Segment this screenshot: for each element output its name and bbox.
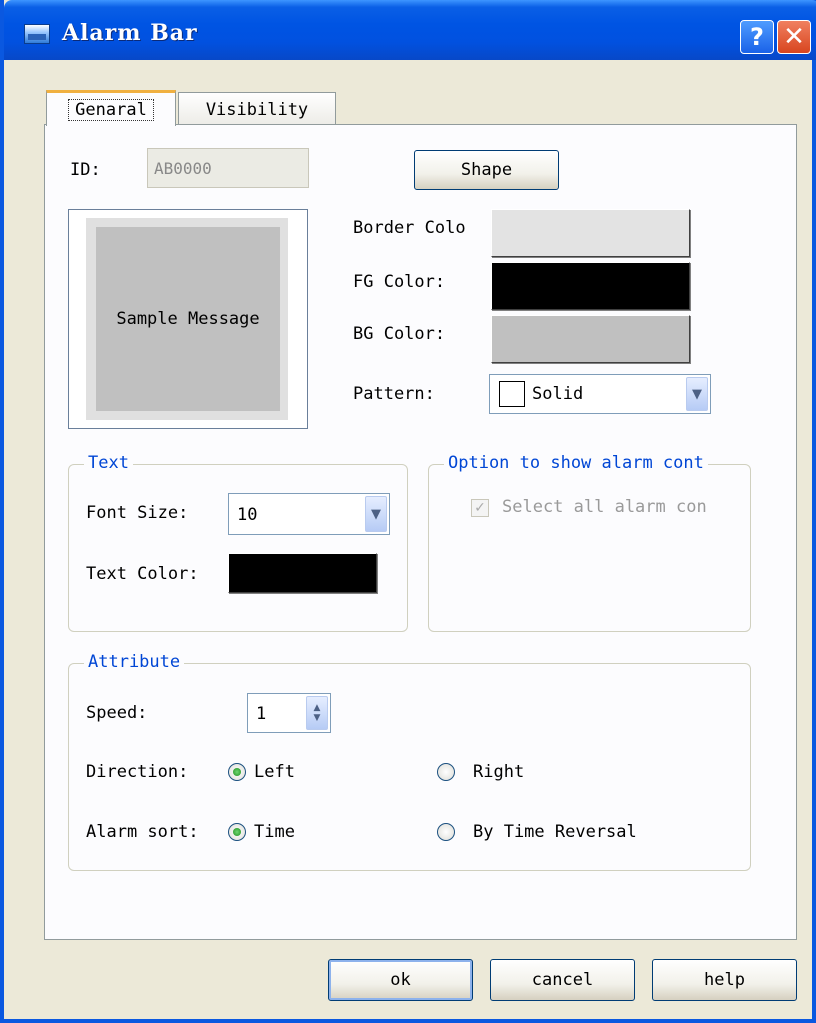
font-size-value: 10 — [237, 505, 258, 525]
text-color-button[interactable] — [228, 553, 377, 593]
direction-left-label: Left — [254, 762, 295, 782]
spin-arrows-icon[interactable]: ▲ ▼ — [306, 696, 328, 730]
window-icon — [24, 24, 50, 44]
text-group-title: Text — [84, 453, 133, 473]
help-button[interactable]: help — [652, 959, 797, 1001]
shape-button[interactable]: Shape — [414, 150, 559, 190]
select-all-checkbox: ✓ — [471, 499, 489, 517]
speed-label: Speed: — [86, 703, 148, 723]
tab-visibility[interactable]: Visibility — [178, 92, 336, 126]
preview-text: Sample Message — [116, 309, 260, 329]
pattern-label: Pattern: — [353, 384, 435, 404]
select-all-label: Select all alarm con — [502, 497, 707, 517]
sort-time-radio[interactable] — [228, 823, 246, 841]
tab-visibility-label: Visibility — [205, 99, 309, 120]
tab-general-label: Genaral — [68, 98, 154, 121]
text-group — [68, 464, 408, 632]
alarm-sort-label: Alarm sort: — [86, 822, 199, 842]
id-label: ID: — [70, 160, 101, 180]
window-title: Alarm Bar — [62, 20, 198, 46]
tab-general[interactable]: Genaral — [46, 90, 176, 126]
border-color-label: Border Colo — [353, 218, 466, 238]
ok-button[interactable]: ok — [328, 959, 473, 1001]
border-color-button[interactable] — [491, 209, 690, 257]
speed-stepper[interactable]: 1 ▲ ▼ — [247, 693, 331, 733]
id-field: AB0000 — [147, 148, 309, 188]
title-bar: Alarm Bar ? ✕ — [4, 0, 816, 60]
option-group-title: Option to show alarm cont — [444, 453, 708, 473]
text-color-label: Text Color: — [86, 564, 199, 584]
direction-right-label: Right — [473, 762, 525, 782]
attribute-group-title: Attribute — [84, 652, 185, 672]
pattern-preview-icon — [499, 381, 525, 407]
cancel-button[interactable]: cancel — [490, 959, 635, 1001]
direction-label: Direction: — [86, 762, 189, 782]
alarm-bar-dialog: Alarm Bar ? ✕ Genaral Visibility ID: AB0… — [0, 0, 816, 1023]
close-icon[interactable]: ✕ — [777, 20, 811, 54]
option-group — [428, 464, 751, 632]
bg-color-button[interactable] — [491, 315, 690, 363]
pattern-value: Solid — [532, 384, 584, 404]
preview-message: Sample Message — [96, 227, 280, 411]
fg-color-label: FG Color: — [353, 272, 446, 292]
font-size-label: Font Size: — [86, 503, 189, 523]
direction-left-radio[interactable] — [228, 763, 246, 781]
chevron-down-icon[interactable]: ▼ — [365, 496, 387, 532]
pattern-select[interactable]: Solid ▼ — [489, 374, 711, 414]
sort-reversal-radio[interactable] — [437, 823, 455, 841]
fg-color-button[interactable] — [491, 262, 690, 310]
chevron-down-icon[interactable]: ▼ — [686, 377, 708, 411]
font-size-select[interactable]: 10 ▼ — [228, 493, 390, 535]
sort-reversal-label: By Time Reversal — [473, 822, 637, 842]
direction-right-radio[interactable] — [437, 763, 455, 781]
bg-color-label: BG Color: — [353, 324, 446, 344]
speed-value: 1 — [256, 704, 267, 724]
sort-time-label: Time — [254, 822, 295, 842]
help-icon[interactable]: ? — [740, 20, 774, 54]
